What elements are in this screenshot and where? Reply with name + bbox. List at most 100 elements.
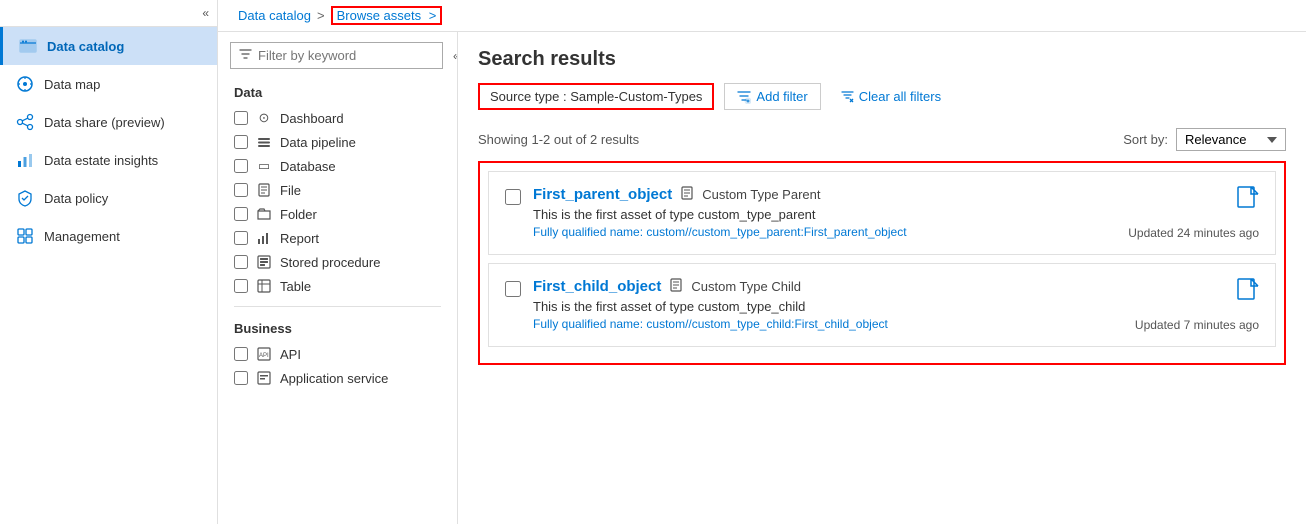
filter-item-data-pipeline[interactable]: Data pipeline <box>218 130 457 154</box>
filter-checkbox-database[interactable] <box>234 159 248 173</box>
filter-checkbox-api[interactable] <box>234 347 248 361</box>
filter-panel: « Data ⊙ Dashboard Data pipeline ▭ Datab… <box>218 32 458 524</box>
data-catalog-icon <box>19 37 37 55</box>
result-name-first-child[interactable]: First_child_object <box>533 278 661 295</box>
result-type-label-first-child: Custom Type Child <box>691 279 801 294</box>
file-icon <box>256 182 272 198</box>
result-title-row-first-child: First_child_object Custom Type Child <box>533 278 1087 295</box>
filter-divider <box>234 306 441 307</box>
sort-select[interactable]: Relevance Name Updated <box>1176 128 1286 151</box>
active-filter-tag[interactable]: Source type : Sample-Custom-Types <box>478 83 714 110</box>
filter-checkbox-stored-procedure[interactable] <box>234 255 248 269</box>
sidebar-label-management: Management <box>44 229 120 244</box>
filter-checkbox-table[interactable] <box>234 279 248 293</box>
breadcrumb-browse-assets[interactable]: Browse assets > <box>331 6 443 25</box>
filter-keyword-input[interactable] <box>258 48 434 63</box>
filter-item-stored-procedure[interactable]: Stored procedure <box>218 250 457 274</box>
api-icon: API <box>256 346 272 362</box>
filter-label-file: File <box>280 183 301 198</box>
data-policy-icon <box>16 189 34 207</box>
clear-filters-button[interactable]: Clear all filters <box>831 84 951 109</box>
filter-checkbox-file[interactable] <box>234 183 248 197</box>
filter-label-data-pipeline: Data pipeline <box>280 135 356 150</box>
results-container: First_parent_object Custom Type Parent T… <box>478 161 1286 365</box>
filter-item-application-service[interactable]: Application service <box>218 366 457 390</box>
filter-item-dashboard[interactable]: ⊙ Dashboard <box>218 106 457 130</box>
filter-checkbox-report[interactable] <box>234 231 248 245</box>
result-description-first-child: This is the first asset of type custom_t… <box>533 299 1087 314</box>
filter-checkbox-application-service[interactable] <box>234 371 248 385</box>
filter-label-dashboard: Dashboard <box>280 111 344 126</box>
filter-label-api: API <box>280 347 301 362</box>
result-type-icon-first-child <box>669 278 683 295</box>
filter-checkbox-dashboard[interactable] <box>234 111 248 125</box>
result-checkbox-first-parent[interactable] <box>505 189 521 205</box>
filter-checkbox-data-pipeline[interactable] <box>234 135 248 149</box>
data-estate-icon <box>16 151 34 169</box>
result-card-first-parent: First_parent_object Custom Type Parent T… <box>488 171 1276 255</box>
sidebar-collapse-button[interactable]: « <box>0 0 217 27</box>
filter-item-folder[interactable]: Folder <box>218 202 457 226</box>
result-file-icon-first-child <box>1237 278 1259 310</box>
result-type-icon-first-parent <box>680 186 694 203</box>
sidebar-item-data-estate[interactable]: Data estate insights <box>0 141 217 179</box>
table-icon <box>256 278 272 294</box>
add-filter-icon <box>737 90 751 104</box>
sidebar-item-data-catalog[interactable]: Data catalog <box>0 27 217 65</box>
filter-panel-collapse-button[interactable]: « <box>447 47 458 65</box>
sidebar: « Data catalog Data map <box>0 0 218 524</box>
filter-item-database[interactable]: ▭ Database <box>218 154 457 178</box>
filter-item-file[interactable]: File <box>218 178 457 202</box>
sidebar-label-data-share: Data share (preview) <box>44 115 165 130</box>
results-meta: Showing 1-2 out of 2 results Sort by: Re… <box>478 118 1286 161</box>
main-area: Data catalog > Browse assets > « Data <box>218 0 1306 524</box>
filter-section-business: Business <box>218 315 457 342</box>
filter-label-folder: Folder <box>280 207 317 222</box>
result-description-first-parent: This is the first asset of type custom_t… <box>533 207 1087 222</box>
result-meta-right-first-parent: Updated 24 minutes ago <box>1099 186 1259 240</box>
sidebar-item-data-policy[interactable]: Data policy <box>0 179 217 217</box>
result-name-first-parent[interactable]: First_parent_object <box>533 186 672 203</box>
data-pipeline-icon <box>256 134 272 150</box>
sidebar-item-data-map[interactable]: Data map <box>0 65 217 103</box>
dashboard-icon: ⊙ <box>256 110 272 126</box>
active-filter-label: Source type : Sample-Custom-Types <box>490 89 702 104</box>
filter-icon <box>239 49 252 62</box>
sidebar-label-data-map: Data map <box>44 77 100 92</box>
management-icon <box>16 227 34 245</box>
svg-text:API: API <box>259 353 269 359</box>
clear-filters-icon <box>841 90 854 103</box>
results-summary: Showing 1-2 out of 2 results <box>478 132 639 147</box>
result-body-first-child: First_child_object Custom Type Child Thi… <box>533 278 1087 331</box>
filter-checkbox-folder[interactable] <box>234 207 248 221</box>
page-title: Search results <box>478 48 1286 71</box>
filter-item-report[interactable]: Report <box>218 226 457 250</box>
result-file-icon-first-parent <box>1237 186 1259 218</box>
stored-procedure-icon <box>256 254 272 270</box>
filter-label-database: Database <box>280 159 336 174</box>
database-icon: ▭ <box>256 158 272 174</box>
result-fqn-first-child[interactable]: Fully qualified name: custom//custom_typ… <box>533 317 1087 331</box>
filter-label-report: Report <box>280 231 319 246</box>
filter-section-data: Data <box>218 79 457 106</box>
filter-item-api[interactable]: API API <box>218 342 457 366</box>
sidebar-label-data-catalog: Data catalog <box>47 39 124 54</box>
data-share-icon <box>16 113 34 131</box>
filter-item-table[interactable]: Table <box>218 274 457 298</box>
add-filter-button[interactable]: Add filter <box>724 83 820 110</box>
result-fqn-first-parent[interactable]: Fully qualified name: custom//custom_typ… <box>533 225 1087 239</box>
result-checkbox-first-child[interactable] <box>505 281 521 297</box>
breadcrumb-data-catalog[interactable]: Data catalog <box>238 8 311 23</box>
breadcrumb-separator: > <box>317 8 325 23</box>
filter-label-table: Table <box>280 279 311 294</box>
report-icon <box>256 230 272 246</box>
sidebar-item-management[interactable]: Management <box>0 217 217 255</box>
result-title-row-first-parent: First_parent_object Custom Type Parent <box>533 186 1087 203</box>
sidebar-label-data-policy: Data policy <box>44 191 108 206</box>
result-updated-first-child: Updated 7 minutes ago <box>1135 318 1259 332</box>
results-list: Showing 1-2 out of 2 results Sort by: Re… <box>458 118 1306 524</box>
sidebar-item-data-share[interactable]: Data share (preview) <box>0 103 217 141</box>
breadcrumb: Data catalog > Browse assets > <box>218 0 1306 32</box>
sidebar-label-data-estate: Data estate insights <box>44 153 158 168</box>
result-body-first-parent: First_parent_object Custom Type Parent T… <box>533 186 1087 239</box>
